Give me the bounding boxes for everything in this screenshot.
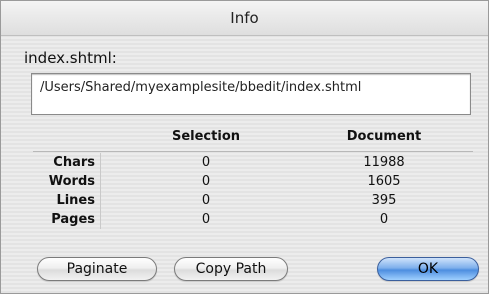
selection-value: 0	[201, 193, 211, 208]
selection-column-header: Selection	[171, 129, 240, 144]
stats-row-chars: Chars 0 11988	[33, 153, 473, 172]
selection-value: 0	[201, 174, 211, 189]
file-path-field[interactable]: /Users/Shared/myexamplesite/bbedit/index…	[31, 73, 471, 115]
copy-path-button[interactable]: Copy Path	[174, 257, 288, 281]
selection-value: 0	[201, 155, 211, 170]
title-bar[interactable]: Info	[1, 1, 488, 36]
document-value: 395	[371, 193, 397, 208]
file-path-text: /Users/Shared/myexamplesite/bbedit/index…	[40, 80, 362, 95]
header-divider	[33, 151, 473, 152]
info-window: Info index.shtml: /Users/Shared/myexampl…	[0, 0, 489, 294]
stats-table: Chars 0 11988 Words 0 1605 Lines 0 395 P…	[33, 153, 473, 229]
selection-value: 0	[201, 212, 211, 227]
stats-row-words: Words 0 1605	[33, 172, 473, 191]
stats-row-lines: Lines 0 395	[33, 191, 473, 210]
paginate-button[interactable]: Paginate	[37, 257, 157, 281]
stats-row-pages: Pages 0 0	[33, 210, 473, 229]
document-column-header: Document	[346, 129, 422, 144]
row-divider	[100, 191, 101, 210]
window-title: Info	[230, 9, 259, 27]
document-value: 1605	[367, 174, 401, 189]
row-divider	[100, 172, 101, 191]
document-value: 0	[379, 212, 389, 227]
file-name-label: index.shtml:	[24, 49, 117, 67]
row-label: Lines	[56, 193, 95, 208]
row-divider	[100, 153, 101, 172]
document-value: 11988	[363, 155, 405, 170]
ok-button[interactable]: OK	[377, 257, 479, 281]
row-label: Chars	[53, 155, 95, 170]
row-label: Pages	[51, 212, 95, 227]
row-label: Words	[48, 174, 95, 189]
row-divider	[100, 210, 101, 229]
